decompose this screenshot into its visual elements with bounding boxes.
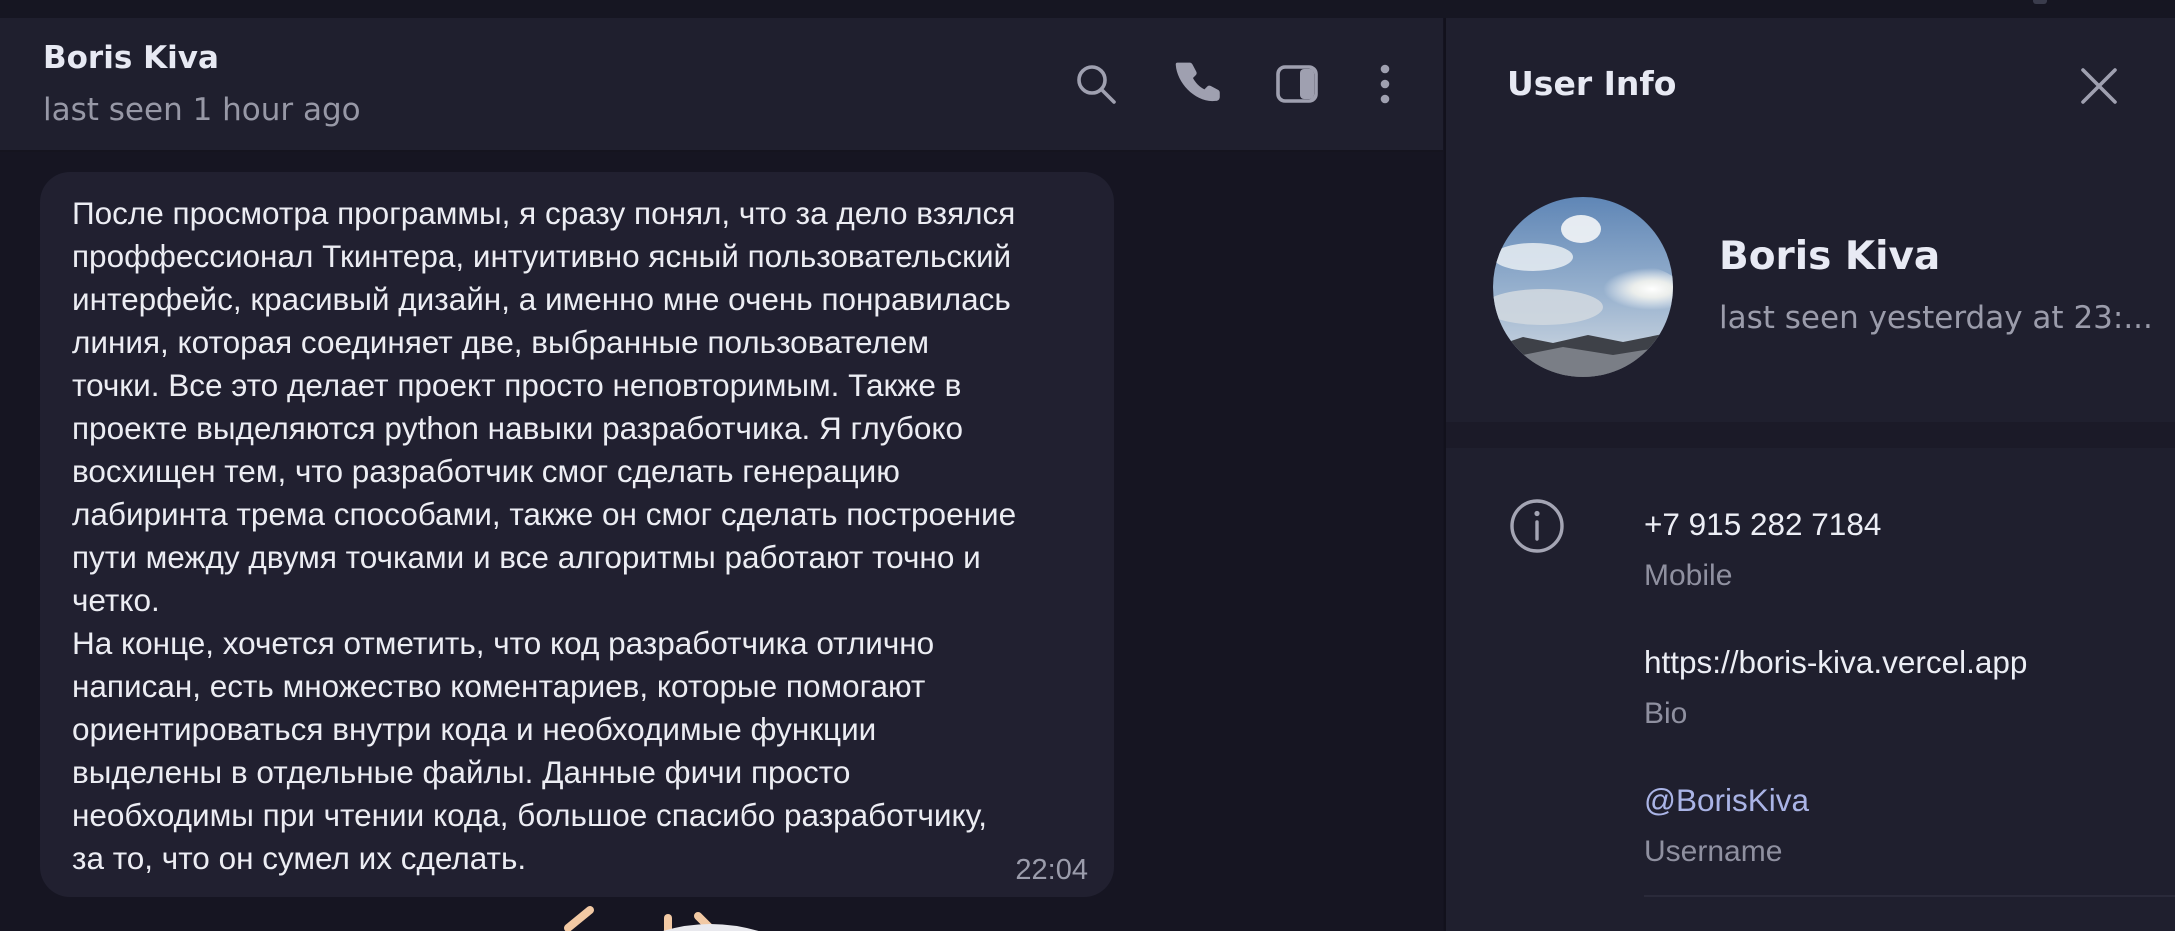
divider (1644, 895, 2175, 897)
profile-status: last seen yesterday at 23:... (1719, 300, 2153, 336)
chat-view: Boris Kiva last seen 1 hour ago После пр… (0, 18, 1443, 931)
user-info-header: User Info Boris Kiva last seen yesterday… (1446, 18, 2175, 422)
message-bubble[interactable]: После просмотра программы, я сразу понял… (40, 172, 1114, 897)
close-icon (2081, 68, 2117, 104)
bio-text[interactable]: https://boris-kiva.vercel.app (1644, 642, 2027, 682)
username-row[interactable]: @BorisKiva Username (1644, 780, 1809, 872)
sticker-fragment (564, 906, 759, 931)
bio-row[interactable]: https://boris-kiva.vercel.app Bio (1644, 642, 2027, 734)
more-vertical-icon (1380, 64, 1390, 104)
toggle-info-panel-button[interactable] (1271, 58, 1323, 110)
phone-label: Mobile (1644, 559, 1733, 592)
message-text: После просмотра программы, я сразу понял… (72, 195, 1017, 876)
message-list[interactable]: После просмотра программы, я сразу понял… (0, 152, 1443, 931)
search-button[interactable] (1070, 58, 1122, 110)
info-icon (1510, 499, 1564, 553)
username-label: Username (1644, 835, 1783, 868)
avatar[interactable] (1493, 197, 1673, 377)
message-time: 22:04 (1015, 854, 1088, 886)
close-panel-button[interactable] (2075, 62, 2123, 110)
username-link[interactable]: @BorisKiva (1644, 780, 1809, 820)
phone-number[interactable]: +7 915 282 7184 (1644, 504, 1881, 544)
sidebar-toggle-icon (1276, 65, 1318, 103)
window-control-hint (2033, 0, 2047, 4)
user-info-panel: User Info Boris Kiva last seen yesterday… (1444, 18, 2175, 931)
user-info-details: +7 915 282 7184 Mobile https://boris-kiv… (1446, 448, 2175, 931)
chat-header[interactable]: Boris Kiva last seen 1 hour ago (0, 18, 1443, 152)
profile-name: Boris Kiva (1719, 234, 1941, 279)
call-button[interactable] (1172, 58, 1224, 110)
phone-icon (1175, 62, 1220, 102)
bio-label: Bio (1644, 697, 1688, 730)
phone-row[interactable]: +7 915 282 7184 Mobile (1644, 504, 1881, 596)
panel-title: User Info (1507, 64, 1677, 103)
search-icon (1077, 65, 1116, 104)
chat-contact-name[interactable]: Boris Kiva (43, 40, 219, 76)
chat-contact-status: last seen 1 hour ago (43, 92, 361, 128)
window-top-strip (0, 0, 2175, 18)
more-options-button[interactable] (1359, 58, 1411, 110)
avatar-image (1493, 197, 1673, 377)
